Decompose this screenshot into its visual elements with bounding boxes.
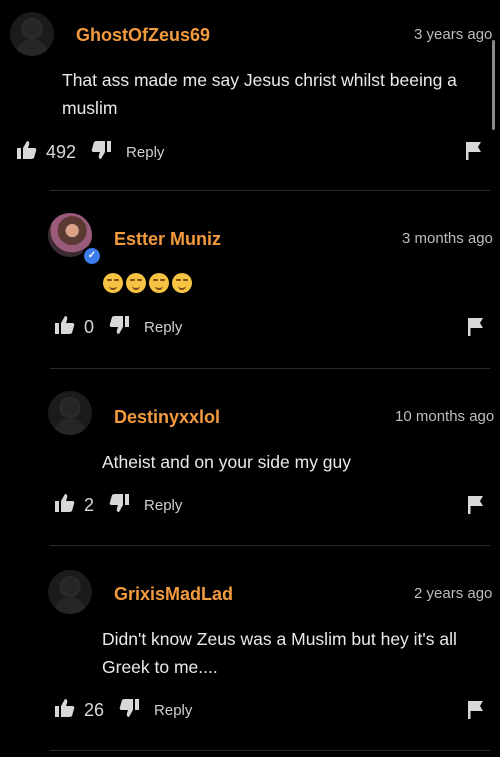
reply-button[interactable]: Reply [144, 319, 182, 336]
like-count: 492 [46, 141, 77, 162]
comment-actions: 0 Reply [54, 315, 182, 339]
comment-text: Atheist and on your side my guy [102, 452, 352, 472]
thumbs-up-icon[interactable] [54, 315, 76, 340]
username[interactable]: Estter Muniz [114, 229, 221, 250]
comment-actions: 26 Reply [54, 698, 192, 722]
comment: GhostOfZeus69 3 years ago That ass made … [0, 0, 500, 190]
thumbs-down-icon[interactable] [90, 140, 112, 165]
comment-time: 10 months ago [395, 408, 495, 425]
flag-icon[interactable] [467, 495, 485, 520]
user-avatar[interactable] [48, 570, 92, 614]
divider [50, 750, 490, 751]
thumbs-up-icon[interactable] [16, 140, 38, 165]
username[interactable]: Destinyxxlol [114, 407, 220, 428]
comment-actions: 2 Reply [54, 493, 182, 517]
username[interactable]: GhostOfZeus69 [76, 25, 210, 46]
flag-icon[interactable] [465, 141, 483, 166]
comment-actions: 492 Reply [16, 140, 164, 164]
comment-text: Didn't know Zeus was a Muslim but hey it… [102, 629, 457, 677]
like-count: 2 [84, 494, 95, 515]
user-avatar[interactable] [10, 12, 54, 56]
comment: ✓ Estter Muniz 3 months ago 0 Reply [0, 191, 500, 368]
like-count: 0 [84, 316, 95, 337]
comment-time: 2 years ago [414, 585, 493, 602]
like-count: 26 [84, 699, 105, 720]
relieved-face-icon [172, 273, 192, 293]
comment-time: 3 years ago [414, 26, 493, 43]
user-avatar[interactable] [48, 391, 92, 435]
relieved-face-icon [103, 273, 123, 293]
username[interactable]: GrixisMadLad [114, 584, 233, 605]
thumbs-down-icon[interactable] [108, 315, 130, 340]
comment: Destinyxxlol 10 months ago Atheist and o… [0, 369, 500, 545]
thumbs-down-icon[interactable] [108, 493, 130, 518]
reply-button[interactable]: Reply [126, 144, 164, 161]
comment-time: 3 months ago [402, 230, 493, 247]
reply-button[interactable]: Reply [154, 702, 192, 719]
comment: GrixisMadLad 2 years ago Didn't know Zeu… [0, 546, 500, 750]
reply-button[interactable]: Reply [144, 497, 182, 514]
thumbs-up-icon[interactable] [54, 698, 76, 723]
thumbs-down-icon[interactable] [118, 698, 140, 723]
comment-emojis [103, 273, 195, 301]
relieved-face-icon [126, 273, 146, 293]
relieved-face-icon [149, 273, 169, 293]
thumbs-up-icon[interactable] [54, 493, 76, 518]
flag-icon[interactable] [467, 317, 485, 342]
verified-badge-icon: ✓ [82, 246, 102, 266]
comment-text: That ass made me say Jesus christ whilst… [62, 70, 457, 118]
scrollbar[interactable] [492, 40, 495, 130]
flag-icon[interactable] [467, 700, 485, 725]
